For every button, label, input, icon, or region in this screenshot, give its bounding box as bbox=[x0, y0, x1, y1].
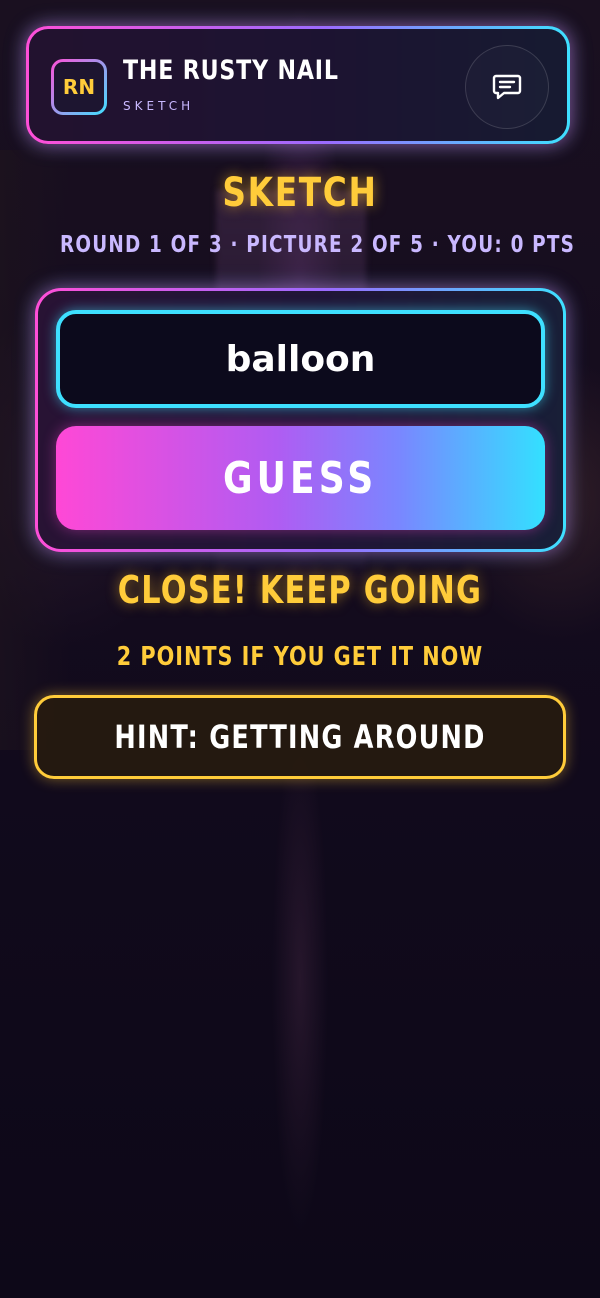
round-status: ROUND 1 OF 3 · PICTURE 2 OF 5 · YOU: 0 P… bbox=[60, 232, 576, 258]
points-note: 2 POINTS IF YOU GET IT NOW bbox=[116, 642, 484, 672]
venue-logo-initials: RN bbox=[54, 62, 104, 112]
game-title: SKETCH bbox=[222, 170, 378, 216]
venue-subtitle: SKETCH bbox=[123, 99, 195, 113]
venue-logo: RN bbox=[51, 59, 107, 115]
chat-button[interactable] bbox=[465, 45, 549, 129]
feedback-message: CLOSE! KEEP GOING bbox=[117, 568, 483, 612]
guess-button[interactable]: GUESS bbox=[56, 426, 545, 530]
venue-header-panel: RN THE RUSTY NAIL SKETCH bbox=[29, 29, 567, 141]
hint-button[interactable]: HINT: GETTING AROUND bbox=[34, 695, 566, 779]
venue-name: THE RUSTY NAIL bbox=[123, 55, 339, 86]
guess-button-label: GUESS bbox=[223, 452, 378, 504]
hint-label: HINT: GETTING AROUND bbox=[114, 718, 486, 756]
chat-icon bbox=[492, 74, 522, 100]
venue-header: RN THE RUSTY NAIL SKETCH bbox=[26, 26, 570, 144]
guess-card-panel: GUESS bbox=[38, 291, 563, 549]
guess-card: GUESS bbox=[35, 288, 566, 552]
guess-input[interactable] bbox=[56, 310, 545, 408]
